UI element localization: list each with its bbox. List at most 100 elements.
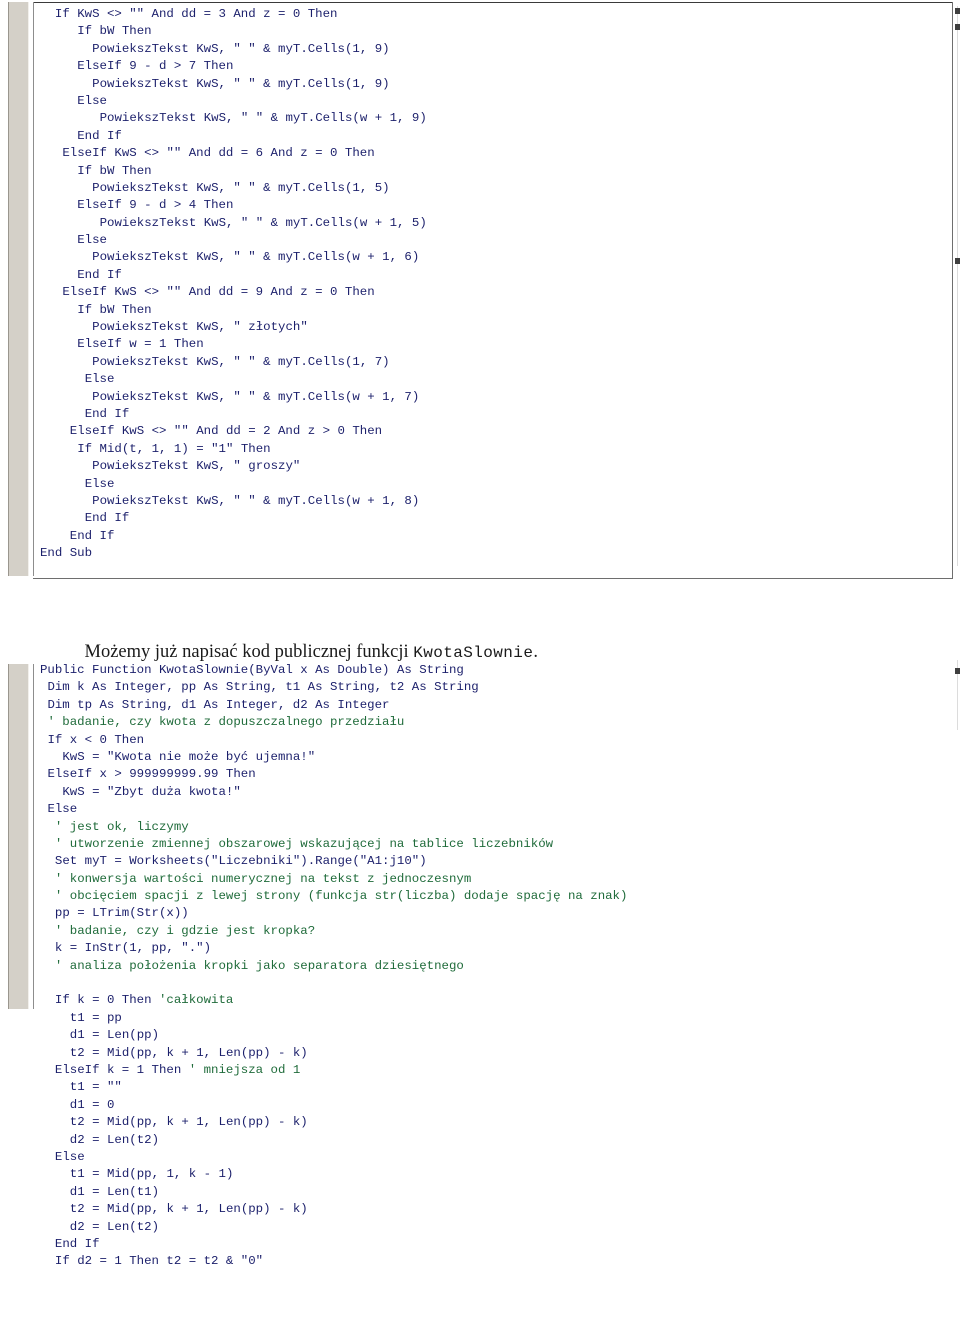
- code-token: ElseIf w = 1 Then: [77, 337, 204, 352]
- code-token: PowiekszTekst KwS, " złotych": [92, 320, 308, 335]
- code-line: ' utworzenie zmiennej obszarowej wskazuj…: [40, 836, 627, 853]
- code-line: ' analiza położenia kropki jako separato…: [40, 958, 627, 975]
- code-line: k = InStr(1, pp, "."): [40, 940, 627, 957]
- listing-1-top-rule: [33, 2, 953, 3]
- code-line: ElseIf KwS <> "" And dd = 9 And z = 0 Th…: [40, 284, 427, 301]
- code-token: ElseIf KwS <> "" And dd = 2 And z > 0 Th…: [69, 424, 383, 439]
- code-line: If bW Then: [40, 163, 427, 180]
- code-token: If bW Then: [77, 24, 152, 39]
- paragraph-text-after: .: [533, 642, 538, 662]
- code-token: ' badanie, czy kwota z dopuszczalnego pr…: [47, 715, 405, 730]
- code-line: t2 = Mid(pp, k + 1, Len(pp) - k): [40, 1201, 627, 1218]
- code-token: If k = 0 Then: [54, 993, 159, 1008]
- code-line: End If: [40, 1236, 627, 1253]
- code-token: d2 = Len(t2): [69, 1219, 160, 1234]
- code-line: Dim k As Integer, pp As String, t1 As St…: [40, 679, 627, 696]
- code-line: t2 = Mid(pp, k + 1, Len(pp) - k): [40, 1114, 627, 1131]
- code-line: Else: [40, 232, 427, 249]
- listing-1-edge-tick-a: [955, 8, 960, 14]
- code-line: t1 = "": [40, 1079, 627, 1096]
- code-line: End If: [40, 406, 427, 423]
- code-token: If x < 0 Then: [47, 732, 145, 747]
- code-line: PowiekszTekst KwS, " " & myT.Cells(1, 9): [40, 76, 427, 93]
- code-token: If bW Then: [77, 302, 152, 317]
- code-line: PowiekszTekst KwS, " " & myT.Cells(w + 1…: [40, 110, 427, 127]
- document-page: If KwS <> "" And dd = 3 And z = 0 Then If…: [0, 0, 960, 1323]
- code-line: PowiekszTekst KwS, " groszy": [40, 458, 427, 475]
- code-line: d1 = Len(pp): [40, 1027, 627, 1044]
- code-line: KwS = "Zbyt duża kwota!": [40, 784, 627, 801]
- code-token: ElseIf x > 999999999.99 Then: [47, 767, 256, 782]
- code-line: ElseIf KwS <> "" And dd = 2 And z > 0 Th…: [40, 423, 427, 440]
- code-token: PowiekszTekst KwS, " " & myT.Cells(w + 1…: [99, 111, 427, 126]
- listing-1-margin-rule: [33, 2, 34, 576]
- code-line: If x < 0 Then: [40, 732, 627, 749]
- code-token: ' obcięciem spacji z lewej strony (funkc…: [54, 889, 628, 904]
- listing-1-bottom-rule: [33, 578, 953, 579]
- code-token: If KwS <> "" And dd = 3 And z = 0 Then: [54, 7, 338, 21]
- code-token: ElseIf 9 - d > 7 Then: [77, 59, 234, 74]
- code-line: d1 = Len(t1): [40, 1184, 627, 1201]
- code-token: Dim tp As String, d1 As Integer, d2 As I…: [47, 697, 390, 712]
- code-line: PowiekszTekst KwS, " " & myT.Cells(1, 9): [40, 41, 427, 58]
- code-line: ' jest ok, liczymy: [40, 819, 627, 836]
- code-token: If d2 = 1 Then t2 = t2 & "0": [54, 1254, 264, 1269]
- code-token: d1 = Len(pp): [69, 1028, 160, 1043]
- code-token: End Sub: [40, 546, 93, 561]
- code-line: Set myT = Worksheets("Liczebniki").Range…: [40, 853, 627, 870]
- code-token: t2 = Mid(pp, k + 1, Len(pp) - k): [69, 1202, 308, 1217]
- code-token: ' badanie, czy i gdzie jest kropka?: [54, 923, 316, 938]
- paragraph-code-span: KwotaSlownie: [413, 644, 534, 662]
- code-line: d2 = Len(t2): [40, 1132, 627, 1149]
- code-line: ' badanie, czy i gdzie jest kropka?: [40, 923, 627, 940]
- code-line: If d2 = 1 Then t2 = t2 & "0": [40, 1253, 627, 1270]
- code-token: PowiekszTekst KwS, " " & myT.Cells(1, 5): [92, 180, 390, 195]
- code-line: ' obcięciem spacji z lewej strony (funkc…: [40, 888, 628, 905]
- code-token: ' analiza położenia kropki jako separato…: [54, 958, 464, 973]
- code-token: Else: [47, 802, 78, 817]
- code-line: Else: [40, 93, 427, 110]
- code-token: Else: [77, 93, 107, 108]
- code-token: d2 = Len(t2): [69, 1132, 160, 1147]
- code-line: KwS = "Kwota nie może być ujemna!": [40, 749, 627, 766]
- code-line: ElseIf k = 1 Then ' mniejsza od 1: [40, 1062, 627, 1079]
- code-token: Dim k As Integer, pp As String, t1 As St…: [47, 680, 479, 695]
- code-line: PowiekszTekst KwS, " " & myT.Cells(1, 5): [40, 180, 427, 197]
- code-token: End If: [69, 528, 115, 543]
- code-line: Else: [40, 476, 427, 493]
- code-line: PowiekszTekst KwS, " " & myT.Cells(1, 7): [40, 354, 427, 371]
- code-token: ElseIf k = 1 Then: [54, 1062, 189, 1077]
- code-line: If Mid(t, 1, 1) = "1" Then: [40, 441, 427, 458]
- listing-2-margin-strip: [8, 664, 29, 1009]
- code-token: t1 = "": [69, 1080, 122, 1095]
- code-line: ElseIf 9 - d > 7 Then: [40, 58, 427, 75]
- code-token: d1 = 0: [69, 1097, 115, 1112]
- code-token: ElseIf 9 - d > 4 Then: [77, 198, 234, 213]
- code-token: If Mid(t, 1, 1) = "1" Then: [77, 441, 271, 456]
- code-line: End If: [40, 510, 427, 527]
- code-line: If bW Then: [40, 302, 427, 319]
- code-token: pp = LTrim(Str(x)): [54, 906, 189, 921]
- code-token: KwS = "Kwota nie może być ujemna!": [62, 749, 316, 764]
- code-line: PowiekszTekst KwS, " " & myT.Cells(w + 1…: [40, 215, 427, 232]
- code-line: PowiekszTekst KwS, " " & myT.Cells(w + 1…: [40, 493, 427, 510]
- code-token: Else: [77, 233, 107, 248]
- code-token: End If: [84, 511, 130, 526]
- code-line: End Sub: [40, 545, 427, 562]
- code-line: PowiekszTekst KwS, " " & myT.Cells(w + 1…: [40, 249, 427, 266]
- listing-1-right-rule: [952, 2, 953, 579]
- code-line: pp = LTrim(Str(x)): [40, 905, 627, 922]
- code-line: d1 = 0: [40, 1097, 627, 1114]
- listing-1-edge-tick-b: [955, 24, 960, 30]
- code-token: End If: [84, 406, 130, 421]
- code-token: Else: [54, 1149, 85, 1164]
- code-token: 'całkowita: [159, 993, 234, 1008]
- code-token: Set myT = Worksheets("Liczebniki").Range…: [54, 854, 427, 869]
- listing-2-margin-rule: [33, 664, 34, 1009]
- code-line: t2 = Mid(pp, k + 1, Len(pp) - k): [40, 1045, 627, 1062]
- code-token: PowiekszTekst KwS, " " & myT.Cells(1, 7): [92, 354, 390, 369]
- code-token: ' konwersja wartości numerycznej na teks…: [54, 871, 472, 886]
- code-line: PowiekszTekst KwS, " " & myT.Cells(w + 1…: [40, 389, 427, 406]
- code-line: End If: [40, 528, 427, 545]
